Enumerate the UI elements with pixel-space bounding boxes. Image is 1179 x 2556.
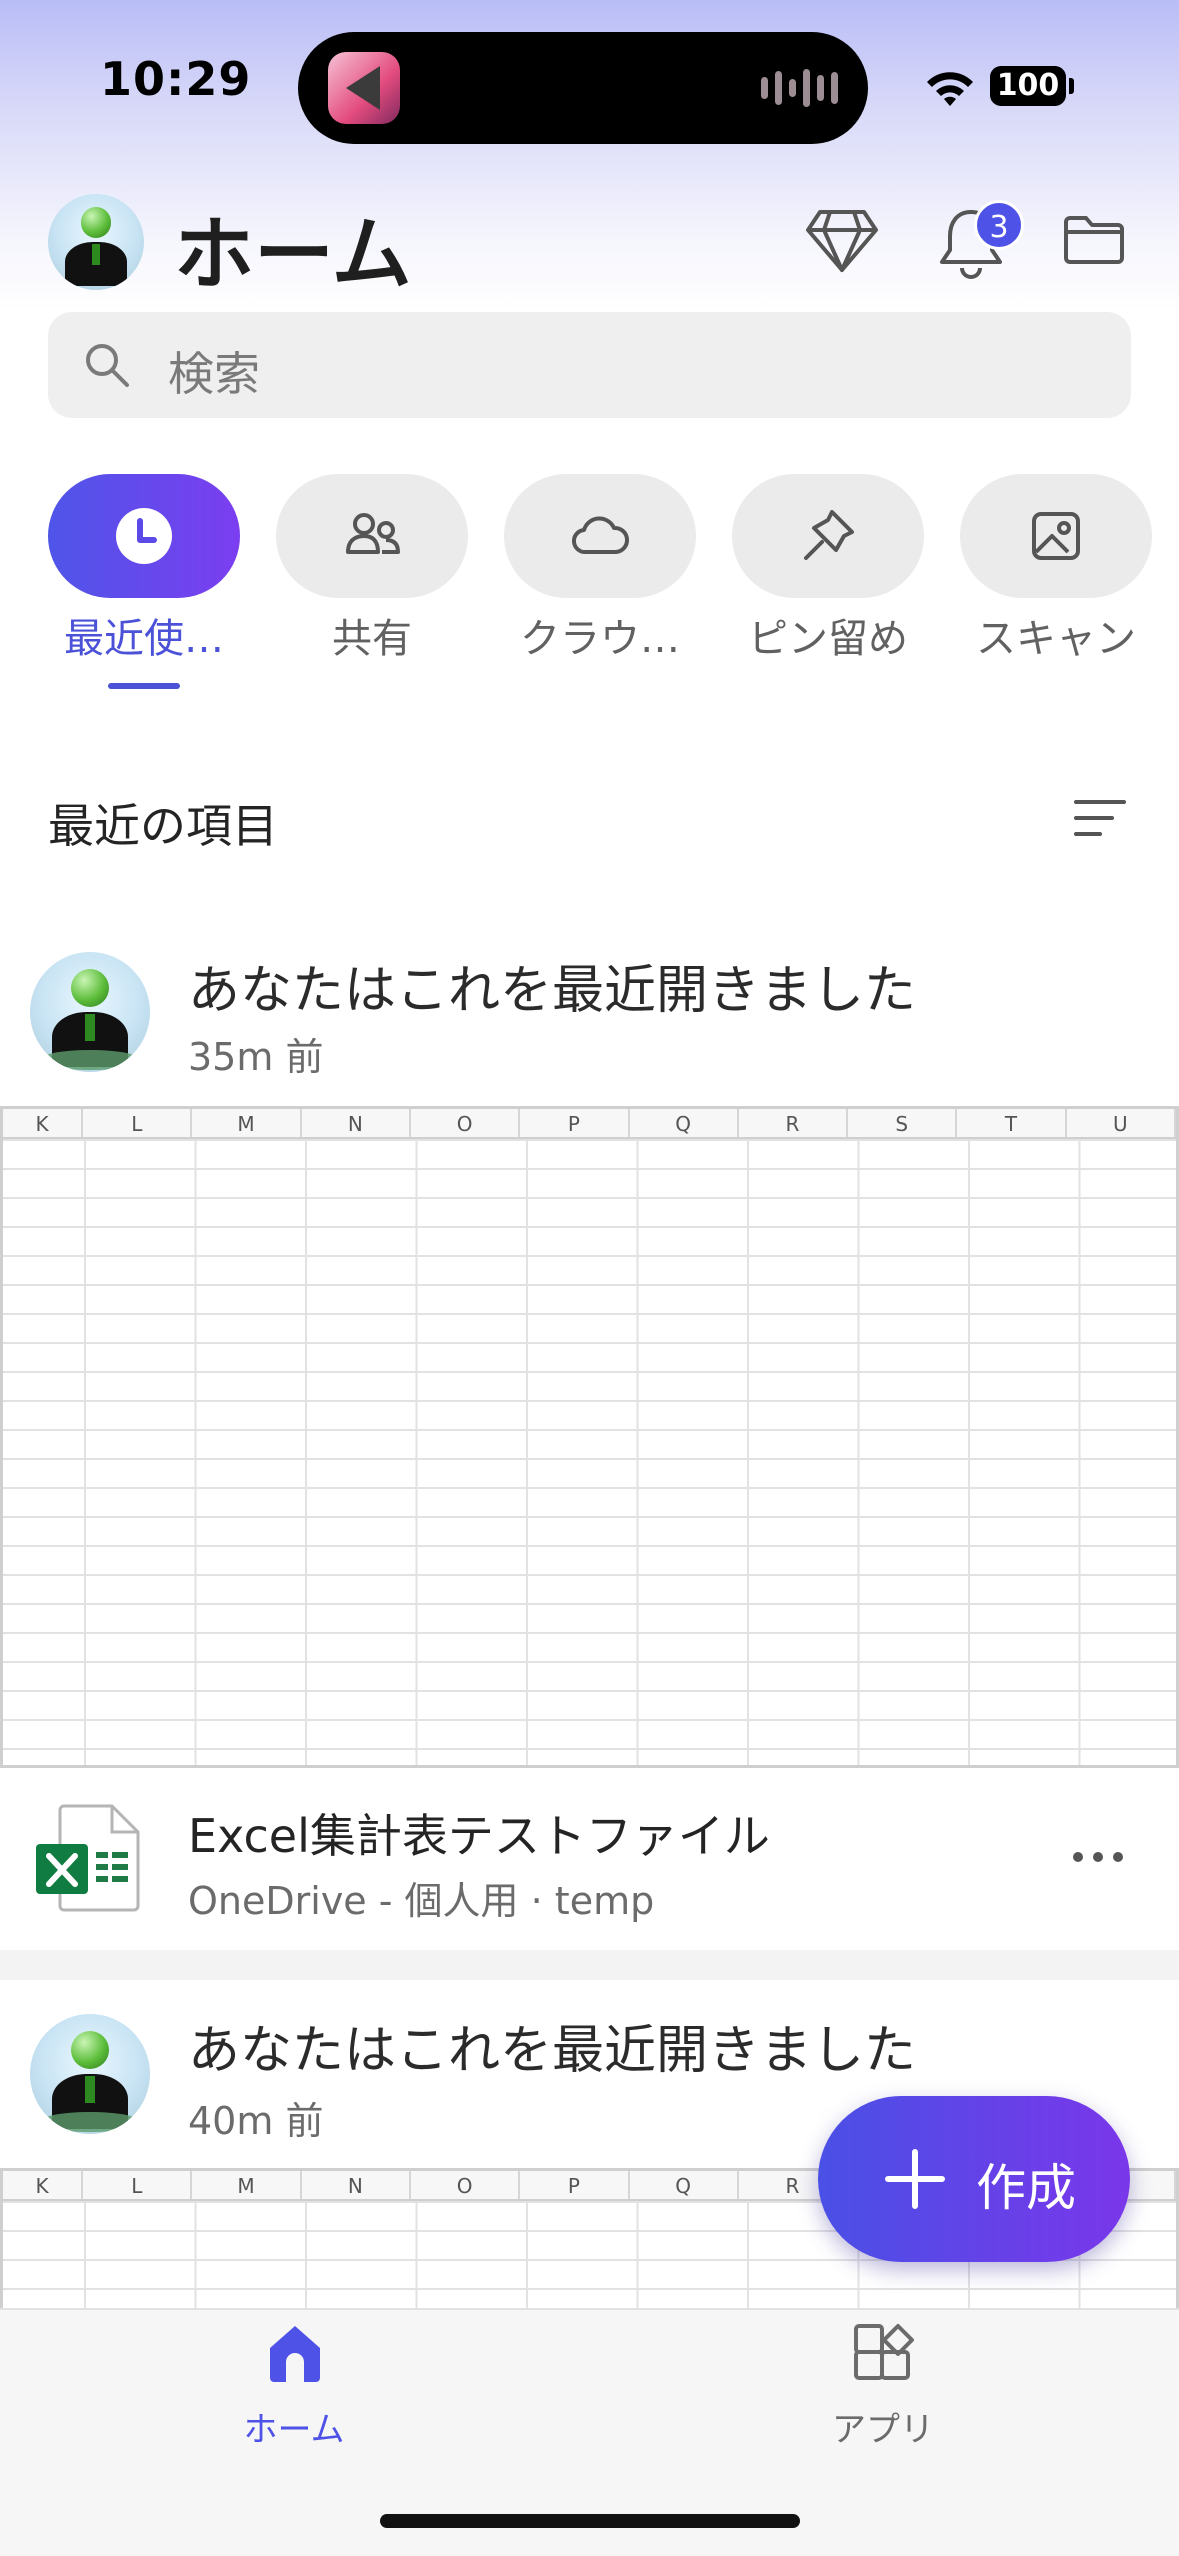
profile-avatar[interactable] — [48, 194, 144, 290]
filter-chip-pinned[interactable] — [732, 474, 924, 598]
sort-icon[interactable] — [1074, 798, 1126, 838]
clock-icon — [116, 508, 172, 564]
tab-apps[interactable]: アプリ — [763, 2402, 1003, 2451]
activity-time: 35m 前 — [188, 1035, 324, 1079]
premium-diamond-icon[interactable] — [804, 206, 880, 276]
spreadsheet-preview[interactable]: K L M N O P Q R S T U — [0, 1106, 1179, 1768]
home-icon[interactable] — [264, 2322, 326, 2384]
plus-icon — [885, 2149, 945, 2209]
people-icon — [346, 513, 400, 554]
page-title: ホーム — [174, 208, 412, 301]
filter-label-scan: スキャン — [976, 616, 1136, 662]
filter-chip-shared[interactable] — [276, 474, 468, 598]
filter-label-cloud: クラウ… — [520, 616, 680, 662]
apps-icon[interactable] — [852, 2322, 916, 2386]
filter-chip-cloud[interactable] — [504, 474, 696, 598]
search-input[interactable]: 検索 — [48, 312, 1131, 418]
filter-label-recent: 最近使… — [64, 616, 224, 662]
audio-wave-icon — [761, 68, 838, 108]
column-headers: K L M N O P Q R S T U — [3, 1109, 1176, 1139]
filter-chip-scan[interactable] — [960, 474, 1152, 598]
file-name[interactable]: Excel集計表テストファイル — [188, 1800, 770, 1866]
activity-text: あなたはこれを最近開きました — [188, 2021, 917, 2081]
home-indicator — [380, 2514, 800, 2528]
search-placeholder: 検索 — [168, 347, 260, 401]
now-playing-app-icon[interactable] — [328, 52, 400, 124]
excel-file-icon — [36, 1804, 140, 1912]
activity-avatar — [30, 2014, 150, 2134]
notification-badge: 3 — [974, 200, 1024, 250]
create-button[interactable]: 作成 — [818, 2096, 1130, 2262]
status-time: 10:29 — [100, 52, 252, 106]
activity-text: あなたはこれを最近開きました — [188, 961, 917, 1021]
battery-indicator: 100 — [990, 66, 1074, 106]
file-location: OneDrive - 個人用 · temp — [188, 1879, 655, 1923]
filter-label-pinned: ピン留め — [748, 616, 908, 662]
wifi-icon — [927, 72, 973, 106]
cloud-icon — [571, 516, 629, 555]
dynamic-island[interactable] — [298, 32, 868, 144]
search-icon — [86, 344, 129, 387]
filter-label-shared: 共有 — [332, 616, 412, 662]
folder-icon[interactable] — [1062, 212, 1126, 266]
pin-icon — [804, 510, 854, 560]
create-button-label: 作成 — [976, 2159, 1076, 2217]
activity-time: 40m 前 — [188, 2099, 324, 2143]
section-title: 最近の項目 — [48, 799, 278, 853]
tab-home[interactable]: ホーム — [174, 2402, 414, 2451]
filter-chip-recent[interactable] — [48, 474, 240, 598]
image-icon — [1032, 512, 1080, 560]
card-divider — [0, 1950, 1179, 1980]
active-filter-indicator — [108, 683, 180, 689]
more-options-icon[interactable] — [1072, 1850, 1124, 1864]
spreadsheet-grid — [3, 1139, 1176, 1765]
activity-avatar — [30, 952, 150, 1072]
